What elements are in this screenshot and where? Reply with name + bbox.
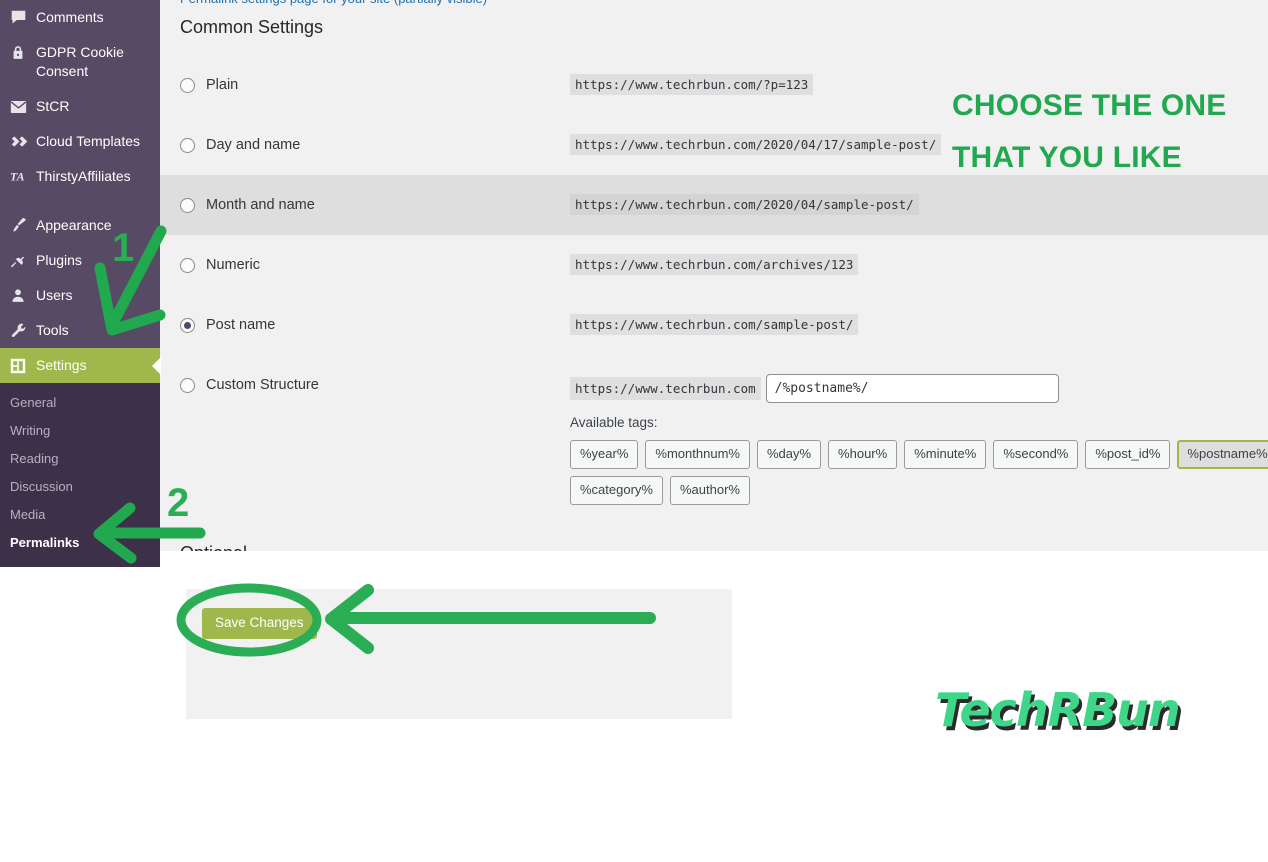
sidebar-menu-list: Comments GDPR Cookie Consent StCR Cloud Tem… — [0, 0, 160, 383]
available-tags-label: Available tags: — [570, 415, 658, 430]
permalink-option-label-cell[interactable]: Day and name — [160, 131, 570, 159]
admin-sidebar: Comments GDPR Cookie Consent StCR Cloud Tem… — [0, 0, 160, 567]
envelope-icon — [10, 97, 36, 116]
sidebar-item-label: Comments — [36, 9, 104, 25]
sidebar-item-label: Users — [36, 287, 73, 303]
permalink-option-row[interactable]: Plain https://www.techrbun.com/?p=123 — [160, 55, 1268, 115]
sidebar-item-settings[interactable]: Settings — [0, 348, 160, 383]
custom-structure-input[interactable] — [765, 374, 1059, 403]
sidebar-item-label: Cloud Templates — [36, 133, 141, 149]
sidebar-item-cloud-templates[interactable]: Cloud Templates — [0, 124, 160, 159]
site-url-prefix: https://www.techrbun.com — [570, 377, 761, 400]
settings-submenu: General Writing Reading Discussion Media Perm… — [0, 383, 160, 567]
submenu-item-discussion[interactable]: Discussion — [0, 473, 160, 501]
sidebar-item-label: Tools — [36, 322, 69, 338]
custom-structure-label-cell[interactable]: Custom Structure — [160, 371, 570, 399]
permalink-settings-panel: Permalink settings page for your site (p… — [160, 0, 1268, 551]
cut-off-top-text: Permalink settings page for your site (p… — [180, 0, 487, 6]
sidebar-item-thirstyaffiliates[interactable]: TA ThirstyAffiliates — [0, 159, 160, 194]
save-panel: Save Changes — [186, 589, 732, 719]
radio-numeric[interactable] — [180, 257, 195, 273]
permalink-option-label: Numeric — [206, 257, 260, 273]
techrbun-logo: TechRBun — [935, 683, 1181, 737]
permalink-example-url: https://www.techrbun.com/sample-post/ — [570, 314, 859, 335]
radio-custom-structure[interactable] — [180, 377, 195, 393]
permalink-option-row[interactable]: Post name https://www.techrbun.com/sample… — [160, 295, 1268, 355]
custom-structure-row[interactable]: Custom Structure https://www.techrbun.com… — [160, 355, 1268, 505]
permalink-example-url: https://www.techrbun.com/?p=123 — [570, 74, 814, 95]
permalink-example-cell: https://www.techrbun.com/?p=123 — [570, 71, 814, 95]
permalink-option-label-cell[interactable]: Month and name — [160, 191, 570, 219]
submenu-item-reading[interactable]: Reading — [0, 445, 160, 473]
radio-day-and-name[interactable] — [180, 137, 195, 153]
permalink-option-label: Day and name — [206, 137, 301, 153]
radio-plain[interactable] — [180, 77, 195, 93]
sidebar-item-plugins[interactable]: Plugins — [0, 243, 160, 278]
tag-button-category[interactable]: %category% — [570, 476, 663, 505]
wrench-icon — [10, 321, 36, 340]
permalink-example-url: https://www.techrbun.com/archives/123 — [570, 254, 859, 275]
permalink-option-label-cell[interactable]: Plain — [160, 71, 570, 99]
tag-button-day[interactable]: %day% — [756, 440, 822, 469]
submenu-item-writing[interactable]: Writing — [0, 417, 160, 445]
radio-month-and-name[interactable] — [180, 197, 195, 213]
tag-button-year[interactable]: %year% — [570, 440, 639, 469]
user-icon — [10, 286, 36, 305]
svg-text:TA: TA — [10, 170, 25, 184]
sidebar-item-label: GDPR Cookie Consent — [36, 44, 124, 79]
radio-post-name[interactable] — [180, 317, 195, 333]
thirsty-affiliates-icon: TA — [10, 167, 36, 186]
sidebar-item-users[interactable]: Users — [0, 278, 160, 313]
tag-button-hour[interactable]: %hour% — [828, 440, 898, 469]
sidebar-item-label: StCR — [36, 98, 70, 114]
submenu-item-general[interactable]: General — [0, 389, 160, 417]
submenu-item-media[interactable]: Media — [0, 501, 160, 529]
paintbrush-icon — [10, 216, 36, 235]
available-tags-list: %year% %monthnum% %day% %hour% %minute% %seco… — [570, 440, 1268, 505]
custom-structure-value-cell: https://www.techrbun.com Available tags:%… — [570, 371, 1268, 505]
save-changes-button[interactable]: Save Changes — [202, 608, 317, 639]
submenu-item-permalinks[interactable]: Permalinks — [0, 529, 160, 557]
sidebar-item-label: Appearance — [36, 217, 112, 233]
sidebar-item-gdpr-cookie-consent[interactable]: GDPR Cookie Consent — [0, 35, 160, 89]
permalink-example-cell: https://www.techrbun.com/sample-post/ — [570, 311, 859, 335]
settings-icon — [10, 356, 36, 375]
tag-button-author[interactable]: %author% — [669, 476, 750, 505]
permalink-example-cell: https://www.techrbun.com/2020/04/sample-… — [570, 191, 919, 215]
tag-button-minute[interactable]: %minute% — [904, 440, 987, 469]
permalink-options-table: Plain https://www.techrbun.com/?p=123 Day … — [160, 55, 1268, 505]
tag-button-postname[interactable]: %postname% — [1177, 440, 1268, 469]
permalink-option-label: Post name — [206, 317, 276, 333]
tag-button-second[interactable]: %second% — [993, 440, 1079, 469]
permalink-example-cell: https://www.techrbun.com/2020/04/17/samp… — [570, 131, 942, 155]
permalink-option-label-cell[interactable]: Post name — [160, 311, 570, 339]
custom-structure-input-group: https://www.techrbun.com — [570, 374, 1268, 403]
tag-button-post_id[interactable]: %post_id% — [1085, 440, 1171, 469]
tag-button-monthnum[interactable]: %monthnum% — [645, 440, 750, 469]
sidebar-item-label: ThirstyAffiliates — [36, 168, 131, 184]
sidebar-item-tools[interactable]: Tools — [0, 313, 160, 348]
optional-section-heading-cut: Optional — [180, 543, 247, 551]
permalink-option-label: Plain — [206, 77, 239, 93]
lock-icon — [10, 43, 36, 62]
permalink-option-label: Month and name — [206, 197, 315, 213]
sidebar-item-comments[interactable]: Comments — [0, 0, 160, 35]
sidebar-item-label: Settings — [36, 357, 87, 373]
plug-icon — [10, 251, 36, 270]
permalink-option-label-cell[interactable]: Numeric — [160, 251, 570, 279]
sidebar-item-appearance[interactable]: Appearance — [0, 208, 160, 243]
permalink-option-row[interactable]: Day and name https://www.techrbun.com/202… — [160, 115, 1268, 175]
sidebar-item-stcr[interactable]: StCR — [0, 89, 160, 124]
custom-structure-label: Custom Structure — [206, 377, 319, 393]
comment-icon — [10, 8, 36, 27]
permalink-example-url: https://www.techrbun.com/2020/04/sample-… — [570, 194, 919, 215]
permalink-example-cell: https://www.techrbun.com/archives/123 — [570, 251, 859, 275]
permalink-example-url: https://www.techrbun.com/2020/04/17/samp… — [570, 134, 942, 155]
permalink-option-row[interactable]: Month and name https://www.techrbun.com/2… — [160, 175, 1268, 235]
permalink-option-row[interactable]: Numeric https://www.techrbun.com/archives… — [160, 235, 1268, 295]
sidebar-separator — [0, 194, 160, 208]
page-title: Common Settings — [180, 17, 324, 37]
sidebar-item-label: Plugins — [36, 252, 82, 268]
cloud-templates-icon — [10, 132, 36, 151]
